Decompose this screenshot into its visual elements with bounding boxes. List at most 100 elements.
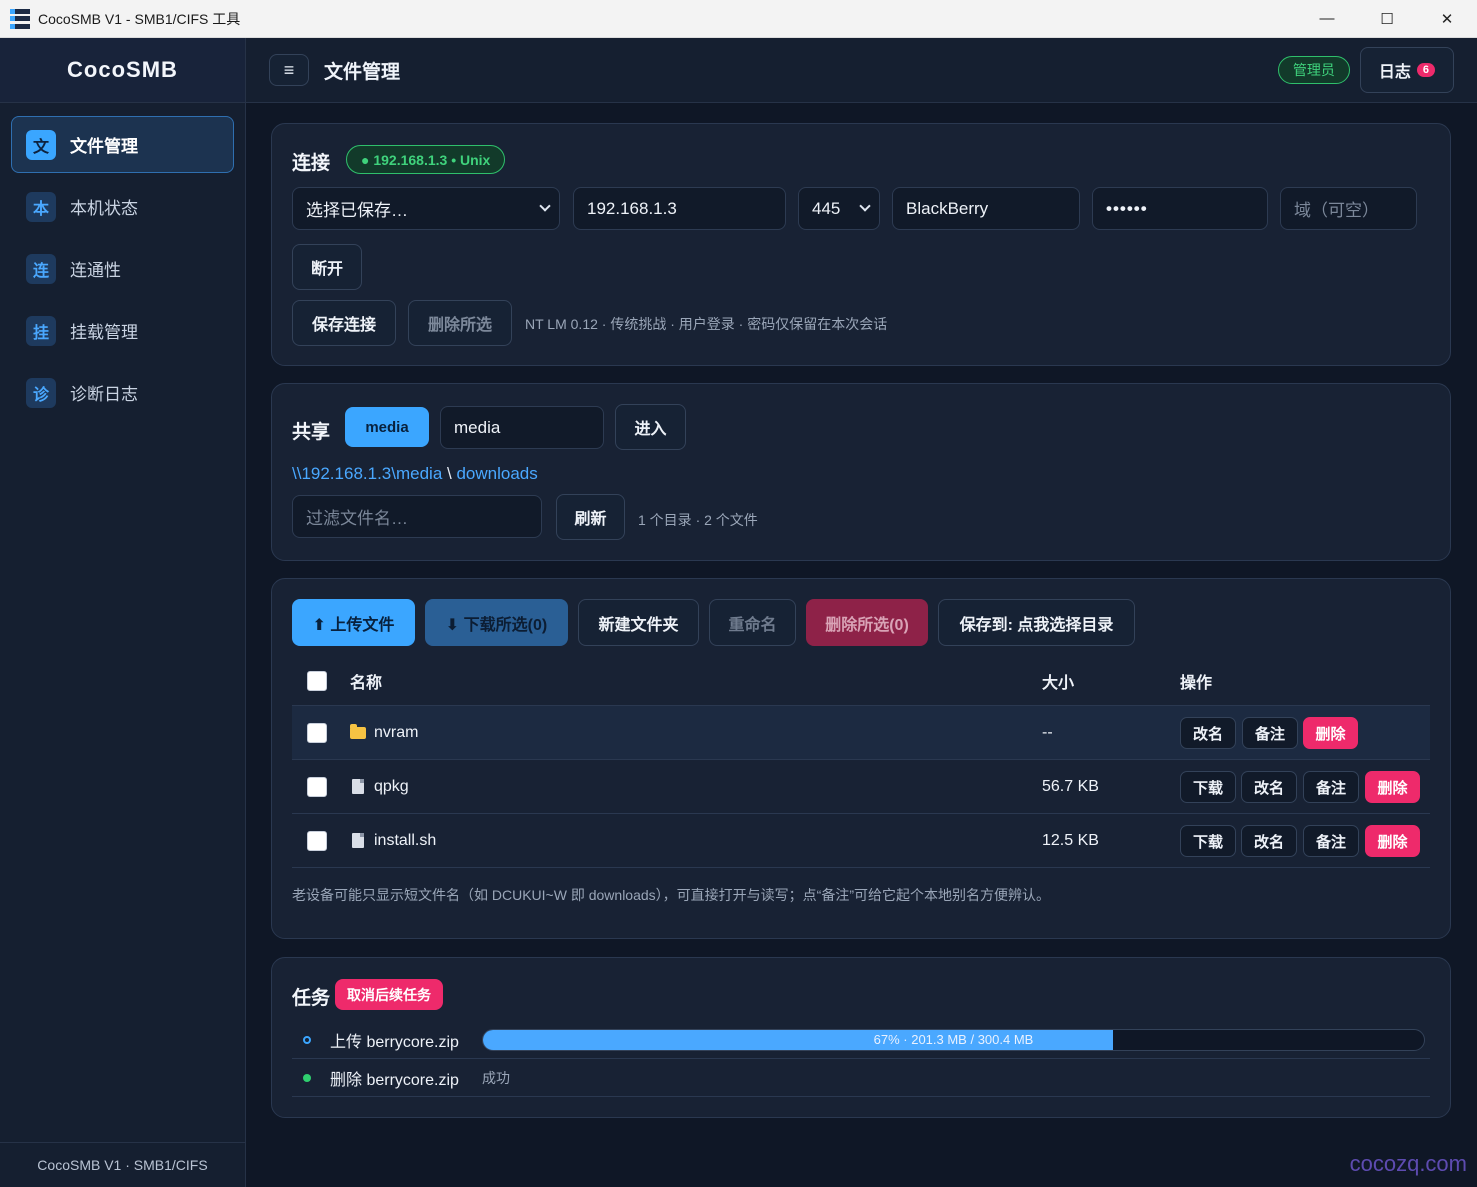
mount-manager-icon: 挂 <box>26 315 56 346</box>
download-row-button[interactable]: 下载 <box>1180 825 1236 857</box>
column-ops: 操作 <box>1180 675 1213 692</box>
delete-row-button[interactable]: 删除 <box>1365 771 1420 803</box>
sidebar-nav: 文 文件管理 本 本机状态 连 连通性 挂 挂载管理 诊 诊断日志 <box>0 103 245 439</box>
breadcrumb-root[interactable]: \\192.168.1.3\media <box>292 464 442 483</box>
task-name: 上传 berrycore.zip <box>330 1033 459 1051</box>
file-name[interactable]: install.sh <box>374 832 436 850</box>
sidebar-item-local-status[interactable]: 本 本机状态 <box>11 178 234 235</box>
sidebar-item-connectivity[interactable]: 连 连通性 <box>11 240 234 297</box>
success-icon <box>303 1073 311 1082</box>
app-icon <box>10 8 30 29</box>
file-size: -- <box>1042 723 1053 741</box>
minimize-button[interactable]: — <box>1297 0 1357 38</box>
chevron-down-icon <box>539 200 551 212</box>
save-to-button[interactable]: 保存到: 点我选择目录 <box>938 599 1135 646</box>
diagnostic-log-icon: 诊 <box>26 377 56 408</box>
row-checkbox[interactable] <box>307 830 327 851</box>
sidebar-item-mount-manager[interactable]: 挂 挂载管理 <box>11 302 234 359</box>
share-panel: 共享 media media 进入 \\192.168.1.3\media \ … <box>271 383 1451 561</box>
rename-row-button[interactable]: 改名 <box>1180 717 1236 749</box>
row-checkbox[interactable] <box>307 776 327 797</box>
rename-button[interactable]: 重命名 <box>709 599 796 646</box>
disconnect-button[interactable]: 断开 <box>292 244 362 290</box>
saved-connection-select[interactable]: 选择已保存… <box>292 187 560 230</box>
task-progress-bar: 67% · 201.3 MB / 300.4 MB <box>482 1028 1425 1051</box>
sidebar: CocoSMB 文 文件管理 本 本机状态 连 连通性 挂 挂载管理 诊 诊断日… <box>0 38 246 1187</box>
note-row-button[interactable]: 备注 <box>1303 771 1359 803</box>
username-input[interactable]: BlackBerry <box>892 187 1080 230</box>
file-icon <box>352 779 364 794</box>
close-button[interactable]: ✕ <box>1417 0 1477 38</box>
sidebar-item-file-manager[interactable]: 文 文件管理 <box>11 116 234 173</box>
delete-selected-button[interactable]: 删除所选(0) <box>806 599 928 646</box>
task-item: 删除 berrycore.zip 成功 <box>292 1059 1430 1097</box>
tasks-panel: 任务 取消后续任务 上传 berrycore.zip 67% · 201.3 M… <box>271 957 1451 1118</box>
file-name[interactable]: nvram <box>374 724 418 742</box>
host-input[interactable]: 192.168.1.3 <box>573 187 786 230</box>
brand-logo: CocoSMB <box>0 38 245 103</box>
table-row[interactable]: install.sh 12.5 KB 下载 改名 备注 删除 <box>292 814 1430 868</box>
log-button-label: 日志 <box>1378 64 1411 81</box>
password-input[interactable]: •••••• <box>1092 187 1268 230</box>
file-name[interactable]: qpkg <box>374 778 409 796</box>
short-name-footnote: 老设备可能只显示短文件名（如 DCUKUI~W 即 downloads），可直接… <box>292 887 1050 903</box>
delete-row-button[interactable]: 删除 <box>1365 825 1420 857</box>
connect-panel: 连接 ● 192.168.1.3 • Unix 选择已保存… 192.168.1… <box>271 123 1451 366</box>
table-row[interactable]: qpkg 56.7 KB 下载 改名 备注 删除 <box>292 760 1430 814</box>
delete-row-button[interactable]: 删除 <box>1303 717 1358 749</box>
rename-row-button[interactable]: 改名 <box>1241 771 1297 803</box>
breadcrumb-leaf[interactable]: downloads <box>456 464 537 483</box>
refresh-button[interactable]: 刷新 <box>556 494 625 540</box>
sidebar-item-label: 连通性 <box>70 261 121 280</box>
files-panel: ⬆ 上传文件 ⬇ 下载所选(0) 新建文件夹 重命名 删除所选(0) 保存到: … <box>271 578 1451 939</box>
window-title: CocoSMB V1 - SMB1/CIFS 工具 <box>38 10 241 27</box>
domain-input[interactable]: 域（可空） <box>1280 187 1417 230</box>
select-all-checkbox[interactable] <box>307 671 327 691</box>
share-chip-media[interactable]: media <box>345 407 429 447</box>
folder-icon <box>350 723 366 739</box>
save-connection-button[interactable]: 保存连接 <box>292 300 396 346</box>
sidebar-item-label: 挂载管理 <box>70 323 138 342</box>
directory-summary: 1 个目录 · 2 个文件 <box>638 512 758 528</box>
menu-icon[interactable]: ≡ <box>269 54 309 86</box>
row-checkbox[interactable] <box>307 722 327 743</box>
log-count-badge: 6 <box>1416 63 1435 77</box>
table-row[interactable]: nvram -- 改名 备注 删除 <box>292 706 1430 760</box>
task-progress-label: 67% · 201.3 MB / 300.4 MB <box>873 1032 1034 1047</box>
connectivity-icon: 连 <box>26 253 56 284</box>
cancel-remaining-tasks-button[interactable]: 取消后续任务 <box>335 979 443 1010</box>
note-row-button[interactable]: 备注 <box>1242 717 1298 749</box>
local-status-icon: 本 <box>26 191 56 222</box>
header: ≡ 文件管理 管理员 日志 6 <box>246 38 1477 103</box>
column-name: 名称 <box>350 675 383 692</box>
file-icon <box>352 833 364 848</box>
sidebar-item-diagnostic-log[interactable]: 诊 诊断日志 <box>11 364 234 421</box>
rename-row-button[interactable]: 改名 <box>1241 825 1297 857</box>
connection-status-badge: ● 192.168.1.3 • Unix <box>346 145 506 174</box>
table-header: 名称 大小 操作 <box>292 657 1430 706</box>
note-row-button[interactable]: 备注 <box>1303 825 1359 857</box>
port-value: 445 <box>812 198 841 218</box>
watermark: cocozq.com <box>1349 1151 1467 1176</box>
file-manager-icon: 文 <box>26 129 56 160</box>
share-input[interactable]: media <box>440 406 604 449</box>
download-row-button[interactable]: 下载 <box>1180 771 1236 803</box>
tasks-title: 任务 <box>292 988 331 1009</box>
page-title: 文件管理 <box>324 61 401 83</box>
chevron-down-icon <box>859 200 871 212</box>
upload-button[interactable]: ⬆ 上传文件 <box>292 599 415 646</box>
sidebar-footer: CocoSMB V1 · SMB1/CIFS <box>0 1142 245 1187</box>
sidebar-item-label: 文件管理 <box>70 137 138 156</box>
new-folder-button[interactable]: 新建文件夹 <box>578 599 699 646</box>
connect-title: 连接 <box>292 153 331 174</box>
file-size: 56.7 KB <box>1042 777 1099 795</box>
task-item: 上传 berrycore.zip 67% · 201.3 MB / 300.4 … <box>292 1021 1430 1059</box>
delete-selected-connection-button[interactable]: 删除所选 <box>408 300 512 346</box>
log-button[interactable]: 日志 6 <box>1359 47 1454 93</box>
enter-share-button[interactable]: 进入 <box>615 404 686 450</box>
maximize-button[interactable]: ☐ <box>1357 0 1417 38</box>
filter-input[interactable]: 过滤文件名… <box>292 495 542 538</box>
download-selected-button[interactable]: ⬇ 下载所选(0) <box>425 599 568 646</box>
role-badge: 管理员 <box>1277 56 1350 84</box>
port-select[interactable]: 445 <box>798 187 880 230</box>
